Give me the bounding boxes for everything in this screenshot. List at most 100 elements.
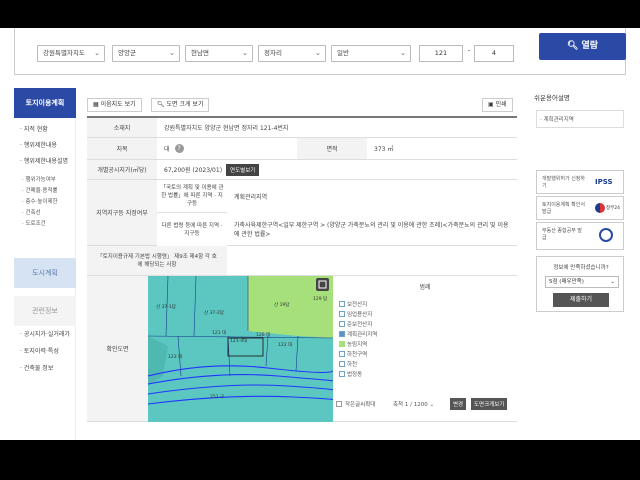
town-select[interactable]: 현남면 ⌄ [185, 45, 253, 62]
county-select[interactable]: 양양군 ⌄ [112, 45, 180, 62]
row-location: 소재지 강원특별자치도 양양군 현남면 정자리 121-4번지 [87, 118, 517, 138]
page: 강원특별자치도 ⌄ 양양군 ⌄ 현남면 ⌄ 정자리 ⌄ 일반 ⌄ 121 - 4 🔍︎ 열… [0, 28, 640, 440]
category-value: 대 [164, 146, 170, 153]
read-button-label: 열람 [581, 41, 599, 51]
scale-change-button[interactable]: 변경 [450, 398, 467, 410]
chevron-down-icon: ⌄ [315, 49, 321, 57]
row-map: 확인도면 산 37-1답 산 37-2답 산 19답 121-4대 123 대 … [87, 276, 517, 422]
legend-swatch [339, 321, 345, 327]
satisfaction-box: 정보에 만족하셨습니까? 5점 (매우만족) ⌄ 제출하기 [536, 256, 624, 312]
nav-item-cadastral[interactable]: · 지적 현황 [20, 124, 48, 133]
help-icon[interactable]: ? [174, 144, 184, 153]
legend-item: 하천구역 [339, 350, 367, 358]
legend-label: 농림지역 [347, 342, 368, 348]
map-view-button[interactable]: ▦ 이음지도 보기 [87, 98, 142, 112]
legend-item: 법정동 [339, 370, 362, 378]
map-icon: ▦ [93, 101, 101, 108]
law1-label: 「국토의 계획 및 이용에 관한 법률」에 따른 지역 · 지구등 [157, 180, 227, 213]
cadastral-map[interactable]: 산 37-1답 산 37-2답 산 19답 121-4대 123 대 122 대… [148, 276, 333, 422]
legend-label: 법정동 [347, 372, 363, 378]
certificate-card-text: 토지이용계획 확인서 발급 [542, 202, 585, 215]
gov24-logo: 정부24 [606, 206, 621, 211]
province-value: 강원특별자치도 [43, 49, 85, 57]
main-number-input[interactable]: 121 [419, 45, 463, 62]
province-select[interactable]: 강원특별자치도 ⌄ [37, 45, 105, 62]
permit-card[interactable]: 개발행위허가 신청하기 IPSS [536, 170, 624, 194]
law2-label: 다른 법령 등에 따른 지역 · 지구등 [157, 213, 227, 246]
certificate-card[interactable]: 토지이용계획 확인서 발급 정부24 [536, 196, 624, 220]
print-button[interactable]: ▣ 인쇄 [482, 98, 513, 112]
legend-item: 농림지역 [339, 340, 367, 348]
area-label: 면적 [297, 138, 367, 159]
village-select[interactable]: 정자리 ⌄ [258, 45, 326, 62]
nav-sub-coverage[interactable]: · 건폐율·용적률 [22, 186, 58, 194]
nav-item-label: 건축물 정보 [23, 365, 54, 372]
map-zoom-button[interactable]: 도면크게보기 [471, 398, 508, 410]
row-zoning: 지역지구등 지정여부 「국토의 계획 및 이용에 관한 법률」에 따른 지역 ·… [87, 180, 517, 246]
chevron-down-icon: ⌄ [169, 49, 175, 57]
legend-item: 준보전산지 [339, 320, 372, 328]
land-info-table: 소재지 강원특별자치도 양양군 현남면 정자리 121-4번지 지목 대? 면적… [87, 116, 517, 422]
location-value: 강원특별자치도 양양군 현남면 정자리 121-4번지 [164, 125, 289, 132]
nav-item-land-price[interactable]: · 공시지가·실거래가 [20, 329, 70, 338]
nav-item-restriction[interactable]: · 행위제한내용 [20, 140, 57, 149]
nav-item-land-history[interactable]: · 토지이력·특성 [20, 346, 59, 355]
term-link[interactable]: · 계획관리지역 [540, 115, 574, 123]
legend-item: 하천 [339, 360, 357, 368]
number-separator: - [467, 47, 471, 55]
left-nav-title[interactable]: 토지이용계획 [14, 88, 76, 118]
parcel-label: 121 대 [212, 331, 227, 336]
submit-button[interactable]: 제출하기 [553, 293, 609, 307]
parcel-label: 산 19답 [274, 303, 290, 308]
realestate-card[interactable]: 부동산 종합공부 발급 [536, 222, 624, 250]
price-cell: 67,200원 (2023/01) 연도별보기 [157, 160, 517, 179]
price-by-year-button[interactable]: 연도별보기 [226, 163, 260, 176]
zoom-view-button[interactable]: 🔍︎ 도면 크게 보기 [151, 98, 210, 112]
county-value: 양양군 [118, 49, 136, 57]
nav-sub-label: 행위가능여부 [25, 177, 56, 183]
small-text-toggle[interactable]: 작은글씨확대 [336, 400, 375, 408]
legend-swatch [339, 301, 345, 307]
parcel-label: 121-4대 [230, 339, 248, 344]
nav-item-label: 행위제한내용설명 [23, 158, 68, 165]
row-rule: 「토지이용규제 기본법 시행령」 제9조 제4항 각 호에 해당되는 사항 [87, 246, 517, 276]
land-type-select[interactable]: 일반 ⌄ [331, 45, 411, 62]
satisfaction-select[interactable]: 5점 (매우만족) ⌄ [545, 276, 619, 288]
nav-item-building-info[interactable]: · 건축물 정보 [20, 363, 53, 372]
nav-item-restriction-desc[interactable]: · 행위제한내용설명 [20, 156, 68, 165]
category-cell: 대? [157, 138, 297, 159]
read-button[interactable]: 🔍︎ 열람 [539, 33, 626, 60]
parcel-label: 126 대 [256, 333, 271, 338]
law2-value: 가축사육제한구역<일부 제한구역 > (양양군 가축분뇨의 관리 및 이용에 관… [234, 221, 509, 238]
map-svg [148, 276, 333, 422]
satisfaction-question: 정보에 만족하셨습니까? [553, 265, 609, 271]
chevron-down-icon: ⌄ [610, 279, 615, 285]
nav-item-label: 토지이력·특성 [23, 348, 59, 355]
search-bar: 강원특별자치도 ⌄ 양양군 ⌄ 현남면 ⌄ 정자리 ⌄ 일반 ⌄ 121 - 4 🔍︎ 열… [14, 28, 626, 75]
legend-label: 임업용산지 [347, 312, 373, 318]
nav-sub-road[interactable]: · 도로조건 [22, 219, 46, 227]
nav-block-related-info[interactable]: 관련정보 [14, 296, 76, 326]
nav-sub-building-line[interactable]: · 건축선 [22, 208, 41, 216]
price-label: 개별공시지가(㎡당) [87, 160, 157, 179]
legend-swatch [339, 371, 345, 377]
nav-sub-permitted[interactable]: · 행위가능여부 [22, 175, 56, 183]
search-icon: 🔍︎ [566, 41, 582, 51]
nav-block-urban-plan[interactable]: 도시계획 [14, 258, 76, 288]
legend-label: 계획관리지역 [347, 332, 378, 338]
nav-sub-label: 건축선 [25, 210, 41, 216]
map-view-label: 이음지도 보기 [100, 101, 136, 108]
nav-sub-height[interactable]: · 층수·높이제한 [22, 197, 58, 205]
scale-select[interactable]: 1200 ⌄ [414, 402, 434, 408]
nav-item-label: 지적 현황 [23, 126, 48, 133]
legend-label: 하천 [347, 362, 358, 368]
legend-swatch [339, 351, 345, 357]
term-label: 계획관리지역 [543, 117, 574, 123]
printer-icon: ▣ [488, 101, 496, 108]
sub-number-input[interactable]: 4 [474, 45, 514, 62]
small-text-label: 작은글씨확대 [345, 402, 376, 408]
map-label: 확인도면 [87, 276, 148, 421]
town-value: 현남면 [191, 49, 209, 57]
checkbox[interactable] [336, 401, 342, 407]
legend-swatch [339, 311, 345, 317]
